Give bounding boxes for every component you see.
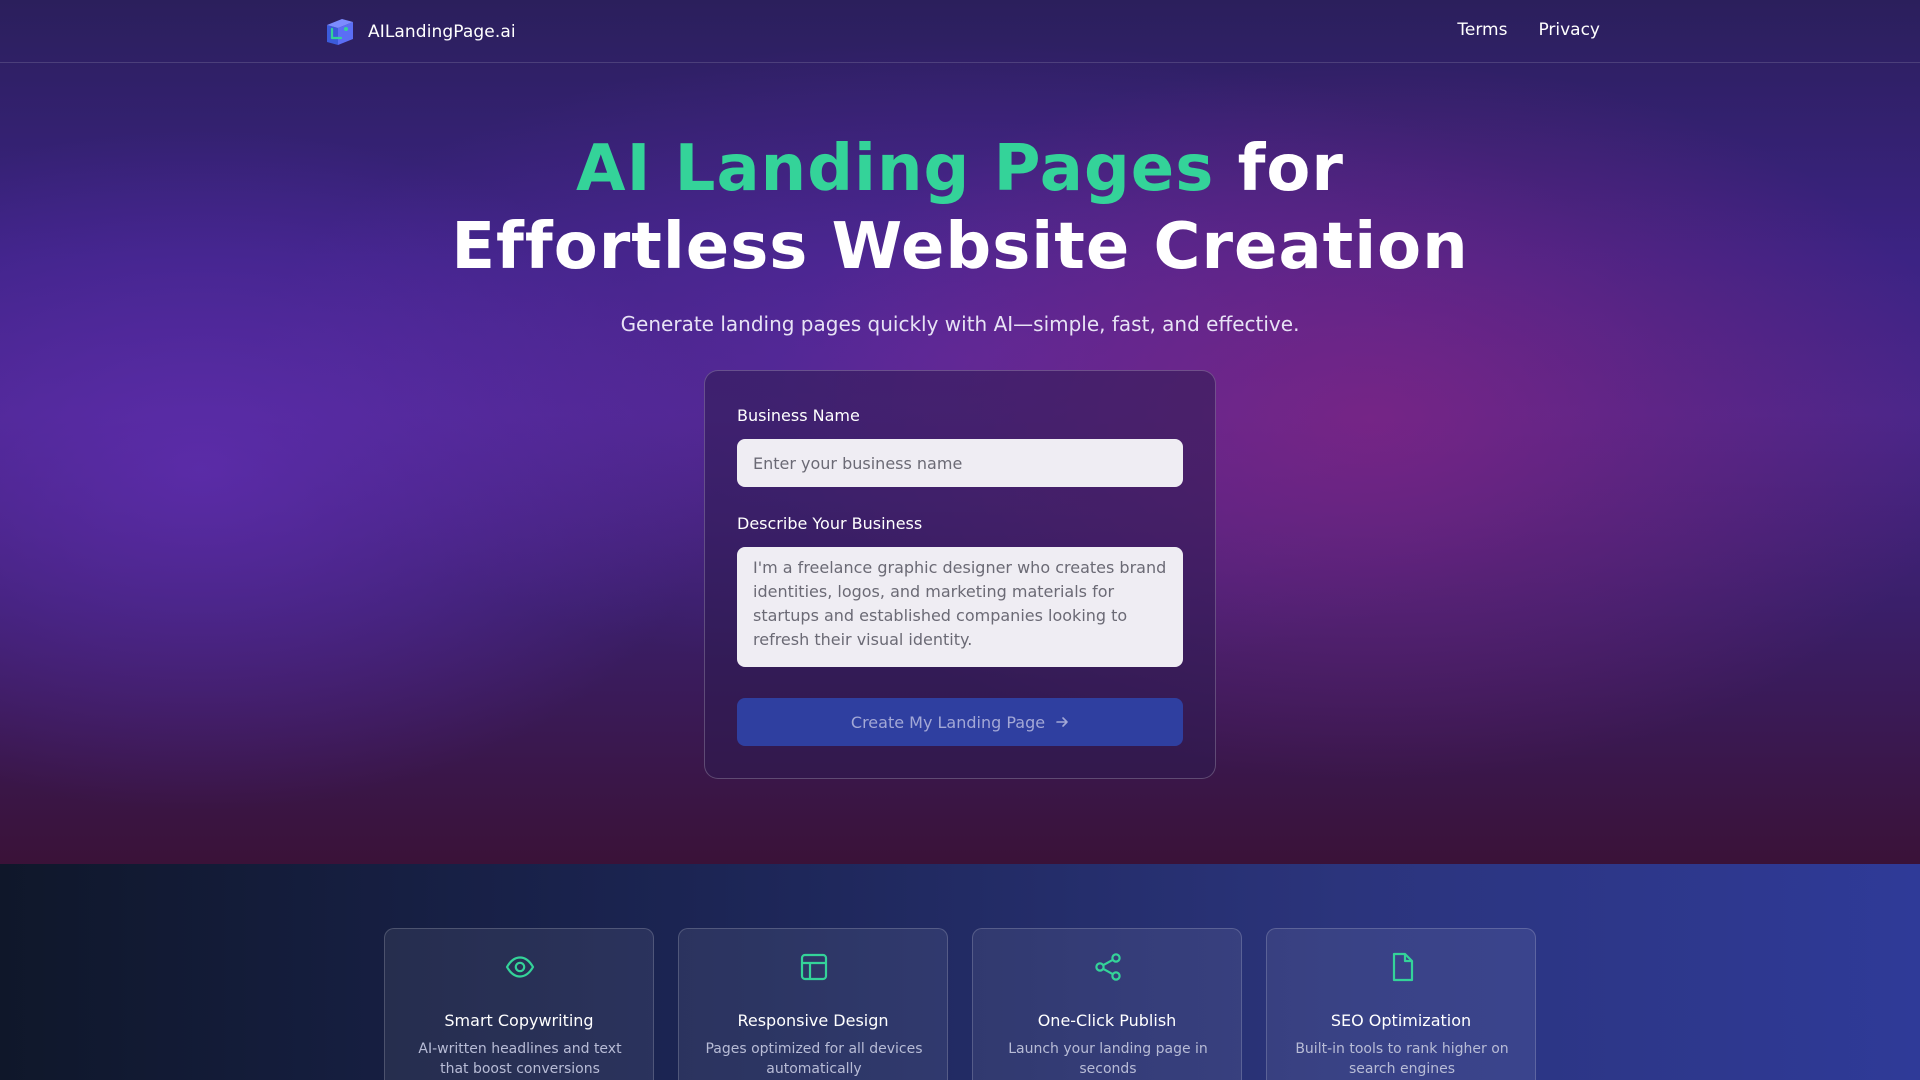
create-button-label: Create My Landing Page bbox=[850, 712, 1046, 732]
top-navbar: AILandingPage.ai Terms Privacy bbox=[0, 0, 1920, 63]
feature-title: Responsive Design bbox=[737, 1011, 889, 1030]
feature-card-publish: One-Click Publish Launch your landing pa… bbox=[972, 928, 1242, 1080]
business-description-label: Describe Your Business bbox=[737, 514, 923, 533]
business-name-input[interactable] bbox=[737, 439, 1183, 487]
feature-title: One-Click Publish bbox=[1037, 1011, 1177, 1030]
feature-description: Pages optimized for all devices automati… bbox=[705, 1041, 923, 1077]
feature-card-copywriting: Smart Copywriting AI-written headlines a… bbox=[384, 928, 654, 1080]
brand-name: AILandingPage.ai bbox=[368, 22, 516, 42]
nav-link-privacy[interactable]: Privacy bbox=[1538, 20, 1600, 40]
business-description-textarea[interactable] bbox=[737, 547, 1183, 667]
headline-accent: AI Landing Pages bbox=[576, 132, 1215, 206]
business-name-label: Business Name bbox=[737, 406, 860, 425]
layout-icon bbox=[800, 953, 828, 981]
features-section: Smart Copywriting AI-written headlines a… bbox=[0, 864, 1920, 1080]
nav-link-terms[interactable]: Terms bbox=[1457, 20, 1507, 40]
hero-headline: AI Landing Pages for Effortless Website … bbox=[0, 130, 1920, 286]
brand-logo-icon bbox=[327, 19, 353, 45]
feature-description: Built-in tools to rank higher on search … bbox=[1295, 1041, 1509, 1077]
feature-card-responsive: Responsive Design Pages optimized for al… bbox=[678, 928, 948, 1080]
feature-card-seo: SEO Optimization Built-in tools to rank … bbox=[1266, 928, 1536, 1080]
arrow-right-icon bbox=[1056, 717, 1068, 727]
feature-description: AI-written headlines and text that boost… bbox=[418, 1041, 622, 1077]
headline-line-2: Effortless Website Creation bbox=[451, 210, 1469, 284]
feature-title: Smart Copywriting bbox=[444, 1011, 594, 1030]
share-icon bbox=[1095, 953, 1121, 981]
nav-links: Terms Privacy bbox=[1457, 20, 1600, 40]
headline-rest: for bbox=[1214, 132, 1344, 206]
create-landing-page-button[interactable]: Create My Landing Page bbox=[737, 698, 1183, 746]
feature-description: Launch your landing page in seconds bbox=[1008, 1041, 1208, 1077]
feature-title: SEO Optimization bbox=[1330, 1011, 1472, 1030]
eye-icon bbox=[505, 956, 535, 978]
hero-subtitle: Generate landing pages quickly with AI—s… bbox=[620, 312, 1300, 336]
file-icon bbox=[1392, 952, 1414, 982]
brand[interactable]: AILandingPage.ai bbox=[324, 17, 516, 47]
create-page-form: Business Name Describe Your Business Cre… bbox=[704, 370, 1216, 779]
hero-section: AILandingPage.ai Terms Privacy AI Landin… bbox=[0, 0, 1920, 864]
